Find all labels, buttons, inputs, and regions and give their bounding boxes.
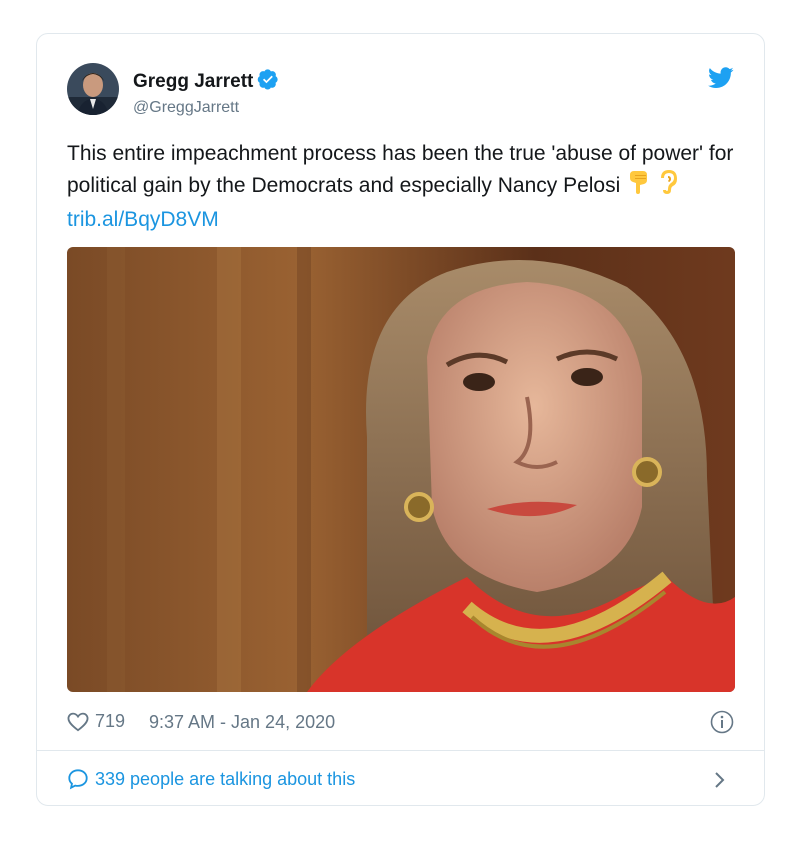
author-avatar[interactable]: [67, 63, 119, 115]
ear-icon: [659, 169, 679, 204]
author-handle[interactable]: @GreggJarrett: [133, 99, 279, 117]
divider: [37, 750, 764, 751]
heart-icon: [67, 712, 89, 731]
author-info: Gregg Jarrett @GreggJarrett: [133, 68, 279, 117]
tweet-photo[interactable]: [67, 247, 735, 692]
avatar-image: [67, 63, 119, 115]
tweet-timestamp[interactable]: 9:37 AM - Jan 24, 2020: [149, 712, 335, 733]
verified-badge-icon: [257, 68, 279, 95]
tweet-card: Gregg Jarrett @GreggJarrett This entire …: [36, 33, 765, 806]
like-count: 719: [95, 711, 126, 731]
like-button[interactable]: 719: [67, 711, 125, 732]
tweet-text: This entire impeachment process has been…: [67, 138, 737, 235]
conversation-link[interactable]: 339 people are talking about this: [67, 764, 734, 794]
chevron-right-icon: [715, 772, 725, 788]
tweet-header: Gregg Jarrett @GreggJarrett: [67, 63, 734, 119]
author-name-row: Gregg Jarrett: [133, 68, 279, 95]
backhand-index-pointing-down-icon: [627, 169, 651, 204]
author-display-name[interactable]: Gregg Jarrett: [133, 71, 253, 92]
speech-bubble-icon: [68, 769, 88, 790]
conversation-label: 339 people are talking about this: [95, 768, 356, 789]
tweet-link[interactable]: trib.al/BqyD8VM: [67, 208, 219, 231]
photo-image: [67, 247, 735, 692]
info-icon[interactable]: [710, 710, 734, 739]
tweet-meta: 719 9:37 AM - Jan 24, 2020: [67, 709, 734, 737]
twitter-bird-icon[interactable]: [708, 67, 734, 94]
